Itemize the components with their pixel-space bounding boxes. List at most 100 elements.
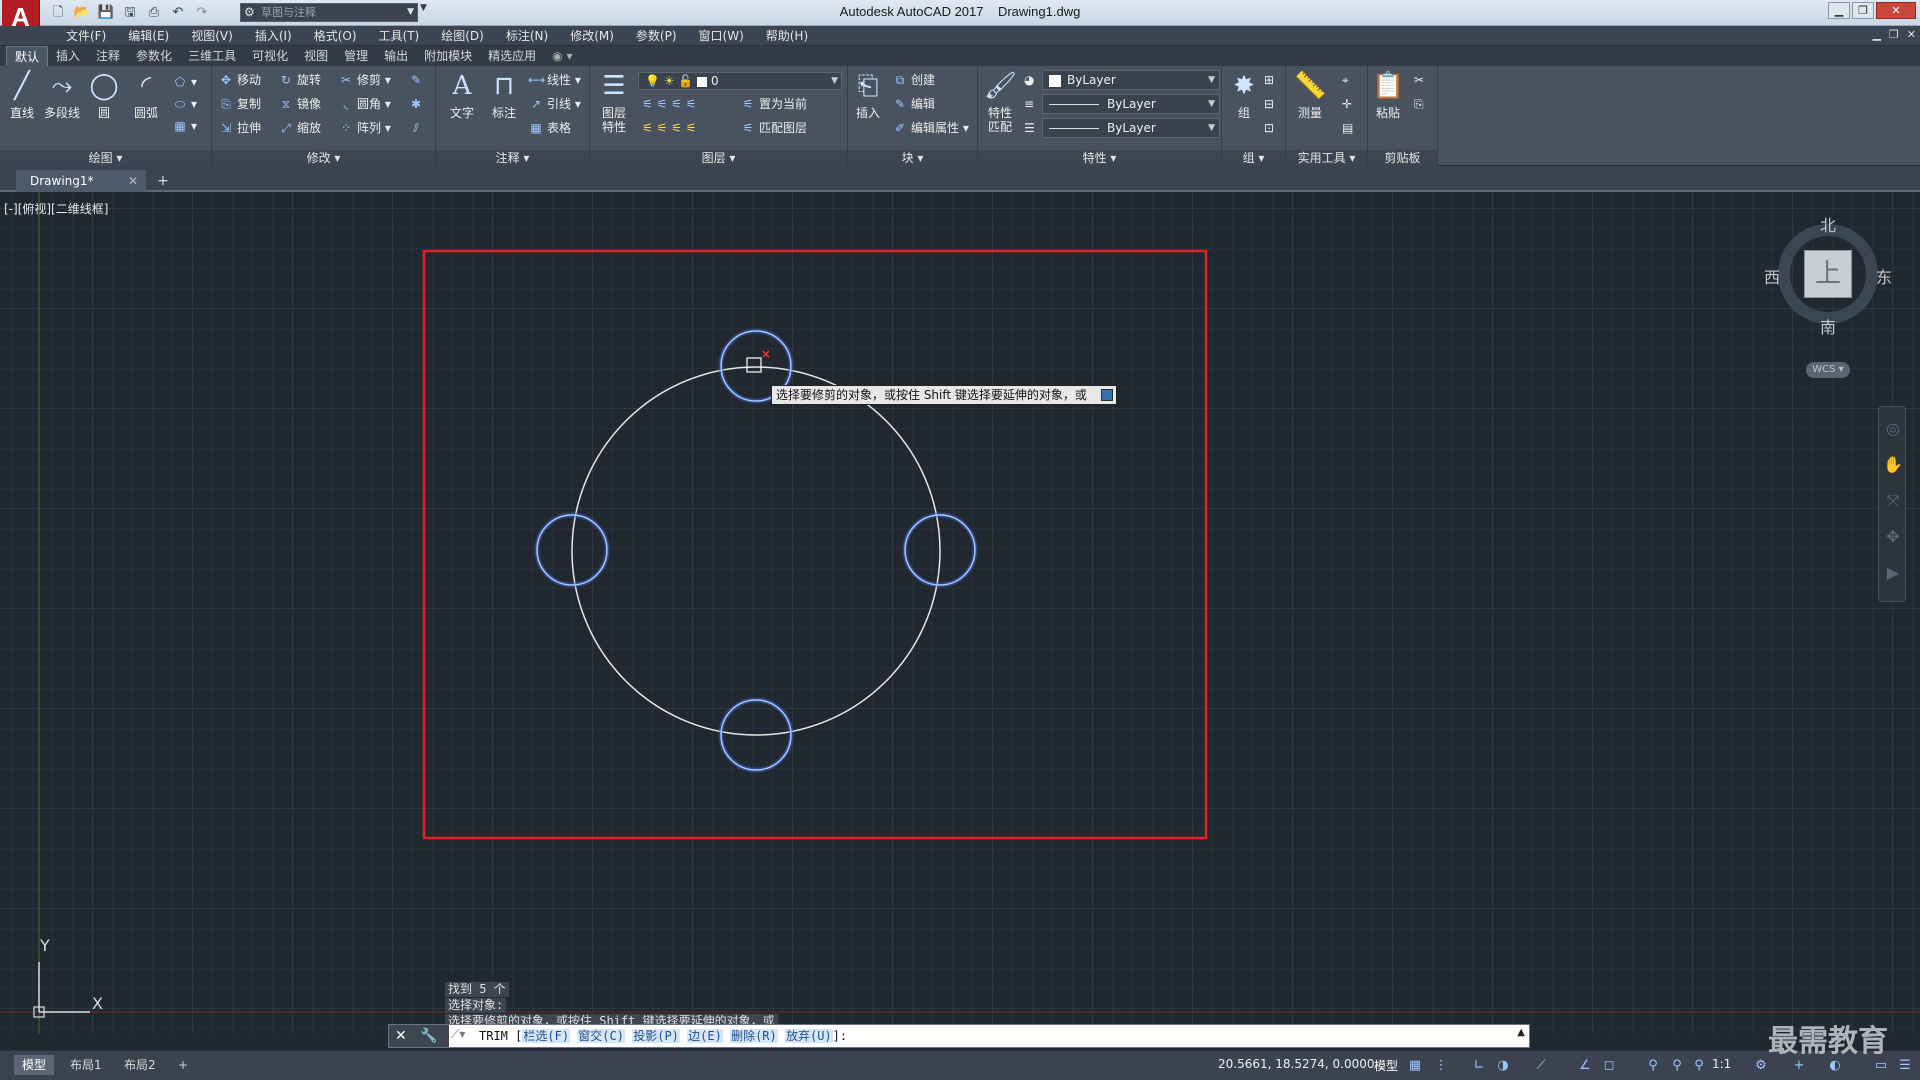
text-button[interactable]: A 文字 <box>442 70 482 120</box>
arc-button[interactable]: ◜ 圆弧 <box>126 70 166 120</box>
tab-home[interactable]: 默认 <box>6 46 49 66</box>
panel-utilities-title[interactable]: 实用工具 ▾ <box>1286 150 1367 166</box>
add-layout-icon[interactable]: + <box>170 1055 196 1075</box>
mirror-button[interactable]: ⧖ 镜像 <box>278 94 321 114</box>
coordinates-readout[interactable]: 20.5661, 18.5274, 0.0000 <box>1218 1057 1375 1071</box>
scale-button[interactable]: ⤢ 缩放 <box>278 118 321 138</box>
rotate-button[interactable]: ↻ 旋转 <box>278 70 321 90</box>
menu-window[interactable]: 窗口(W) <box>688 26 755 46</box>
explode-icon[interactable]: ✱ <box>408 94 427 114</box>
group-select-icon[interactable]: ⊡ <box>1264 118 1274 138</box>
showmotion-icon[interactable]: ▶ <box>1883 563 1903 583</box>
insert-block-button[interactable]: ⎗ 插入 <box>848 70 888 120</box>
ellipse-icon[interactable]: ⬭ ▾ <box>172 94 197 114</box>
line-button[interactable]: ╱ 直线 <box>2 70 42 120</box>
tab-output[interactable]: 输出 <box>376 46 416 66</box>
menu-tools[interactable]: 工具(T) <box>368 26 431 46</box>
compass-north[interactable]: 北 <box>1820 212 1836 236</box>
menu-edit[interactable]: 编辑(E) <box>117 26 180 46</box>
tab-annotate[interactable]: 注释 <box>88 46 128 66</box>
polygon-icon[interactable]: ⬠ ▾ <box>172 72 197 92</box>
zoom-extents-icon[interactable]: ⤧ <box>1883 491 1903 511</box>
erase-icon[interactable]: ✎ <box>408 70 427 90</box>
linear-button[interactable]: ⟷ 线性 ▾ <box>528 70 581 90</box>
tab-3d-tools[interactable]: 三维工具 <box>180 46 244 66</box>
tab-drawing1[interactable]: Drawing1* ✕ <box>16 170 146 192</box>
panel-block-title[interactable]: 块 ▾ <box>848 150 977 166</box>
color-wheel-icon[interactable]: ◕ <box>1024 70 1034 90</box>
panel-groups-title[interactable]: 组 ▾ <box>1222 150 1285 166</box>
tab-addins[interactable]: 附加模块 <box>416 46 480 66</box>
doc-restore-icon[interactable]: ❐ <box>1889 28 1899 41</box>
id-point-icon[interactable]: ✛ <box>1342 94 1352 114</box>
linetype-dropdown[interactable]: ByLayer ▼ <box>1042 94 1220 114</box>
menu-draw[interactable]: 绘图(D) <box>430 26 495 46</box>
panel-modify-title[interactable]: 修改 ▾ <box>212 150 435 166</box>
new-tab-icon[interactable]: + <box>152 172 174 190</box>
viewcube[interactable]: 上 北 南 东 西 <box>1764 212 1892 338</box>
tab-model[interactable]: 模型 <box>14 1055 55 1075</box>
command-input[interactable]: TRIM [栏选(F) 窗交(C) 投影(P) 边(E) 删除(R) 放弃(U)… <box>479 1025 847 1047</box>
lineweight-icon[interactable]: ☰ <box>1024 118 1035 138</box>
menu-dimension[interactable]: 标注(N) <box>495 26 559 46</box>
panel-clipboard-title[interactable]: 剪贴板 <box>1368 150 1437 166</box>
minimize-icon[interactable]: ▁ <box>1828 2 1850 19</box>
match-properties-button[interactable]: 🖌 特性 匹配 <box>980 70 1020 134</box>
pan-icon[interactable]: ✋ <box>1883 455 1903 475</box>
menu-parametric[interactable]: 参数(P) <box>625 26 688 46</box>
point-icon[interactable]: ⌖ <box>1342 70 1349 90</box>
object-snap-tracking-icon[interactable]: ∠ <box>1576 1057 1594 1075</box>
leader-button[interactable]: ↗ 引线 ▾ <box>528 94 581 114</box>
edit-attribute-button[interactable]: ✐ 编辑属性 ▾ <box>892 118 969 138</box>
copy-button[interactable]: ⎘ 复制 <box>218 94 261 114</box>
close-icon[interactable]: ✕ <box>1876 2 1916 19</box>
menu-file[interactable]: 文件(F) <box>55 26 117 46</box>
option-project[interactable]: 投影(P) <box>632 1029 680 1043</box>
lineweight-dropdown[interactable]: ByLayer ▼ <box>1042 118 1220 138</box>
measure-button[interactable]: 📏 测量 <box>1290 70 1330 120</box>
annotation-visibility-icon[interactable]: ⚲ <box>1668 1057 1686 1075</box>
annotation-scale-dropdown[interactable]: 1:1 <box>1712 1057 1731 1071</box>
move-button[interactable]: ✥ 移动 <box>218 70 261 90</box>
viewcube-top-face[interactable]: 上 <box>1804 250 1852 298</box>
polyline-button[interactable]: ⤳ 多段线 <box>42 70 82 120</box>
isodraft-icon[interactable]: ⟋ <box>1532 1057 1550 1075</box>
option-edge[interactable]: 边(E) <box>687 1029 723 1043</box>
compass-south[interactable]: 南 <box>1820 314 1836 338</box>
grid-icon[interactable]: ▦ <box>1406 1057 1424 1075</box>
menu-modify[interactable]: 修改(M) <box>559 26 625 46</box>
orbit-icon[interactable]: ✥ <box>1883 527 1903 547</box>
wcs-menu-button[interactable]: WCS ▾ <box>1806 362 1850 378</box>
menu-help[interactable]: 帮助(H) <box>755 26 819 46</box>
linetype-icon[interactable]: ≡ <box>1024 94 1034 114</box>
compass-east[interactable]: 东 <box>1876 264 1892 288</box>
layer-tools-row2[interactable]: ⚟ ⚟ ⚟ ⚟ <box>642 118 696 138</box>
create-block-button[interactable]: ⧉ 创建 <box>892 70 935 90</box>
menu-view[interactable]: 视图(V) <box>180 26 244 46</box>
option-crossing[interactable]: 窗交(C) <box>577 1029 625 1043</box>
paste-button[interactable]: 📋 粘贴 <box>1368 70 1408 120</box>
color-dropdown[interactable]: ByLayer ▼ <box>1042 70 1220 90</box>
customization-menu-icon[interactable]: ☰ <box>1896 1057 1914 1075</box>
trim-button[interactable]: ✂ 修剪 ▾ <box>338 70 391 90</box>
option-fence[interactable]: 栏选(F) <box>522 1029 571 1043</box>
command-history-toggle-icon[interactable]: ▲ <box>1517 1027 1525 1038</box>
menu-format[interactable]: 格式(O) <box>303 26 368 46</box>
polar-icon[interactable]: ◑ <box>1494 1057 1512 1075</box>
circle-button[interactable]: ◯ 圆 <box>84 70 124 120</box>
model-space-button[interactable]: 模型 <box>1374 1057 1398 1074</box>
panel-annotation-title[interactable]: 注释 ▾ <box>436 150 589 166</box>
menu-insert[interactable]: 插入(I) <box>244 26 303 46</box>
compass-west[interactable]: 西 <box>1764 264 1780 288</box>
tab-featured-apps[interactable]: 精选应用 <box>480 46 544 66</box>
doc-minimize-icon[interactable]: ▁ <box>1872 28 1880 41</box>
cut-icon[interactable]: ✂ <box>1414 70 1424 90</box>
panel-layers-title[interactable]: 图层 ▾ <box>590 150 847 166</box>
doc-close-icon[interactable]: ✕ <box>1907 28 1916 41</box>
panel-draw-title[interactable]: 绘图 ▾ <box>0 150 211 166</box>
group-edit-icon[interactable]: ⊟ <box>1264 94 1274 114</box>
match-layer-button[interactable]: ⚟ 匹配图层 <box>740 118 807 138</box>
layer-properties-button[interactable]: ☰ 图层 特性 <box>594 70 634 134</box>
close-command-line-icon[interactable]: ✕ <box>395 1028 407 1044</box>
fillet-button[interactable]: ◟ 圆角 ▾ <box>338 94 391 114</box>
